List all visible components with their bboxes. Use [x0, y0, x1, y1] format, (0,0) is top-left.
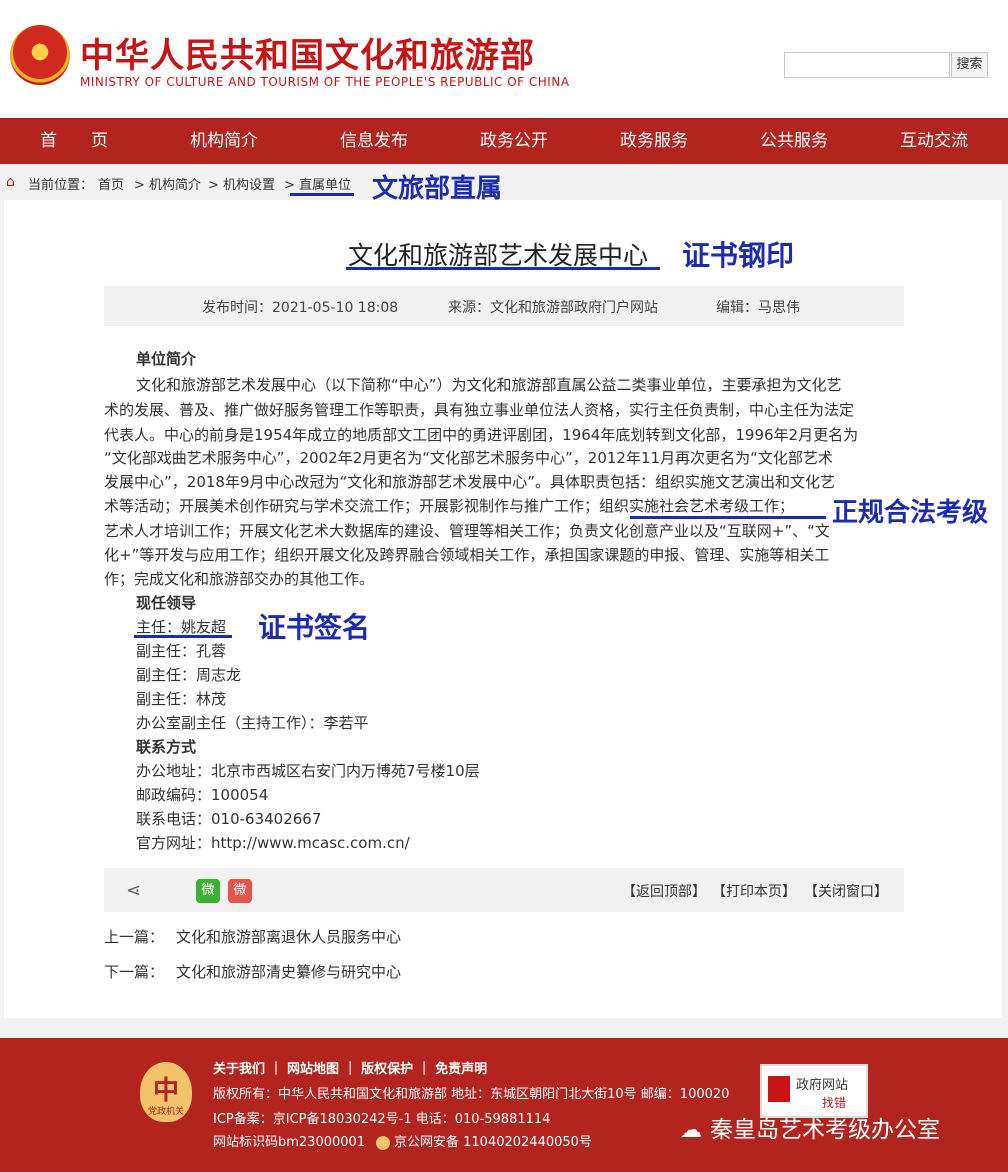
leader-office: 办公室副主任（主持工作）：李若平 — [136, 714, 369, 732]
site-title-english: MINISTRY OF CULTURE AND TOURISM OF THE P… — [80, 75, 570, 89]
intro-line: 术的发展、普及、推广做好服务管理工作等职责，具有独立事业单位法人资格，实行主任负… — [104, 401, 855, 419]
article-meta: 发布时间：2021-05-10 18:08 来源：文化和旅游部政府门户网站 编辑… — [104, 286, 904, 326]
back-to-top-link[interactable]: 【返回顶部】 — [622, 881, 706, 901]
breadcrumb-prefix: 当前位置： — [28, 178, 94, 193]
national-emblem-icon: ★ — [10, 25, 70, 85]
annotation-underline — [630, 516, 826, 519]
wechat-icon[interactable]: 微 — [196, 879, 220, 903]
nav-item-news[interactable]: 信息发布 — [340, 118, 408, 164]
share-bar: ⋖ 微 微 【返回顶部】 【打印本页】 【关闭窗口】 — [104, 868, 904, 912]
annotation-underline — [134, 635, 232, 638]
leader-deputy: 副主任：林茂 — [136, 690, 227, 708]
site-title[interactable]: 中华人民共和国文化和旅游部 — [80, 28, 535, 77]
wechat-watermark-icon: ☁ — [680, 1118, 702, 1143]
intro-heading: 单位简介 — [136, 350, 197, 368]
report-icon — [768, 1076, 790, 1102]
breadcrumb-org[interactable]: > 机构设置 — [208, 174, 275, 193]
breadcrumb: ⌂ 当前位置： 首页 > 机构简介 > 机构设置 > 直属单位 — [0, 164, 1008, 200]
nav-item-about[interactable]: 机构简介 — [190, 118, 258, 164]
nav-item-gov-services[interactable]: 政务服务 — [620, 118, 688, 164]
footer-copyright: 版权所有：中华人民共和国文化和旅游部 地址：东城区朝阳门北大街10号 邮编：10… — [213, 1087, 730, 1102]
footer-site-id: 网站标识码bm23000001 — [213, 1135, 366, 1150]
annotation-signature: 证书签名 — [258, 611, 371, 644]
watermark: ☁ 秦皇岛艺术考级办公室 — [680, 1110, 940, 1144]
report-label-find-error: 找错 — [822, 1096, 847, 1110]
intro-line: 文化和旅游部艺术发展中心（以下简称“中心”）为文化和旅游部直属公益二类事业单位，… — [136, 376, 842, 394]
intro-line: 作；完成文化和旅游部交办的其他工作。 — [104, 570, 375, 588]
badge-mark: 中 — [152, 1076, 179, 1106]
next-article-link[interactable]: 文化和旅游部清史纂修与研究中心 — [176, 961, 401, 982]
intro-line: 代表人。中心的前身是1954年成立的地质部文工团中的勇进评剧团，1964年底划转… — [104, 426, 859, 444]
search-input[interactable] — [784, 52, 950, 78]
breadcrumb-about[interactable]: > 机构简介 — [134, 174, 201, 193]
breadcrumb-direct-units[interactable]: > 直属单位 — [284, 174, 351, 193]
intro-line: 发展中心”，2018年9月中心改冠为“文化和旅游部艺术发展中心”。具体职责包括：… — [104, 473, 836, 491]
watermark-text: 秦皇岛艺术考级办公室 — [710, 1117, 940, 1143]
nav-item-home[interactable]: 首 页 — [40, 118, 108, 164]
share-icon[interactable]: ⋖ — [126, 880, 141, 901]
annotation-underline — [346, 267, 660, 270]
intro-line: 艺术人才培训工作；开展文化艺术大数据库的建设、管理等相关工作；负责文化创意产业以… — [104, 522, 830, 540]
party-gov-badge-icon[interactable]: 中 党政机关 — [140, 1062, 192, 1122]
weibo-icon[interactable]: 微 — [228, 879, 252, 903]
prev-label: 上一篇： — [104, 928, 165, 946]
annotation-legal: 正规合法考级 — [832, 498, 989, 528]
contact-phone: 联系电话：010-63402667 — [136, 810, 322, 828]
main-nav: 首 页 机构简介 信息发布 政务公开 政务服务 公共服务 互动交流 — [0, 118, 1008, 164]
breadcrumb-home[interactable]: 首页 — [98, 174, 124, 193]
leaders-heading: 现任领导 — [136, 594, 197, 612]
annotation-direct: 文旅部直属 — [372, 174, 503, 204]
next-label: 下一篇： — [104, 963, 165, 981]
search-button[interactable]: 搜索 — [951, 52, 988, 78]
footer-links[interactable]: 关于我们 ｜ 网站地图 ｜ 版权保护 ｜ 免责声明 — [213, 1062, 487, 1077]
article-editor: 编辑：马思伟 — [716, 300, 800, 316]
nav-item-interaction[interactable]: 互动交流 — [900, 118, 968, 164]
nav-item-gov-affairs[interactable]: 政务公开 — [480, 118, 548, 164]
intro-line: “文化部戏曲艺术服务中心”，2002年2月更名为“文化部艺术服务中心”，2012… — [104, 449, 833, 467]
home-icon: ⌂ — [6, 174, 15, 190]
contact-postcode: 邮政编码：100054 — [136, 786, 269, 804]
report-label: 政府网站 — [796, 1078, 849, 1093]
police-badge-icon — [376, 1135, 390, 1150]
contact-address: 办公地址：北京市西城区右安门内万博苑7号楼10层 — [136, 762, 480, 780]
contact-heading: 联系方式 — [136, 738, 197, 756]
article-source: 来源：文化和旅游部政府门户网站 — [448, 300, 658, 316]
publish-date: 发布时间：2021-05-10 18:08 — [202, 300, 399, 316]
contact-website[interactable]: 官方网址：http://www.mcasc.com.cn/ — [136, 832, 410, 853]
site-header: ★ 中华人民共和国文化和旅游部 MINISTRY OF CULTURE AND … — [0, 0, 1008, 118]
annotation-seal: 证书钢印 — [682, 239, 795, 272]
intro-line: 术等活动；开展美术创作研究与学术交流工作；开展影视制作与推广工作；组织实施社会艺… — [104, 497, 795, 515]
leader-director: 主任：姚友超 — [136, 618, 227, 636]
leader-deputy: 副主任：孔蓉 — [136, 642, 227, 660]
intro-line: 化+”等开发与应用工作；组织开展文化及跨界融合领域相关工作，承担国家课题的申报、… — [104, 546, 830, 564]
prev-article-link[interactable]: 文化和旅游部离退休人员服务中心 — [176, 926, 401, 947]
print-link[interactable]: 【打印本页】 — [712, 881, 796, 901]
footer-police-record[interactable]: 京公网安备 11040202440050号 — [394, 1135, 592, 1150]
annotation-underline — [290, 193, 354, 196]
badge-label: 党政机关 — [147, 1107, 184, 1117]
footer-icp[interactable]: ICP备案：京ICP备18030242号-1 电话：010-59881114 — [213, 1108, 550, 1127]
leader-deputy: 副主任：周志龙 — [136, 666, 242, 684]
nav-item-public-services[interactable]: 公共服务 — [760, 118, 828, 164]
close-window-link[interactable]: 【关闭窗口】 — [804, 881, 888, 901]
